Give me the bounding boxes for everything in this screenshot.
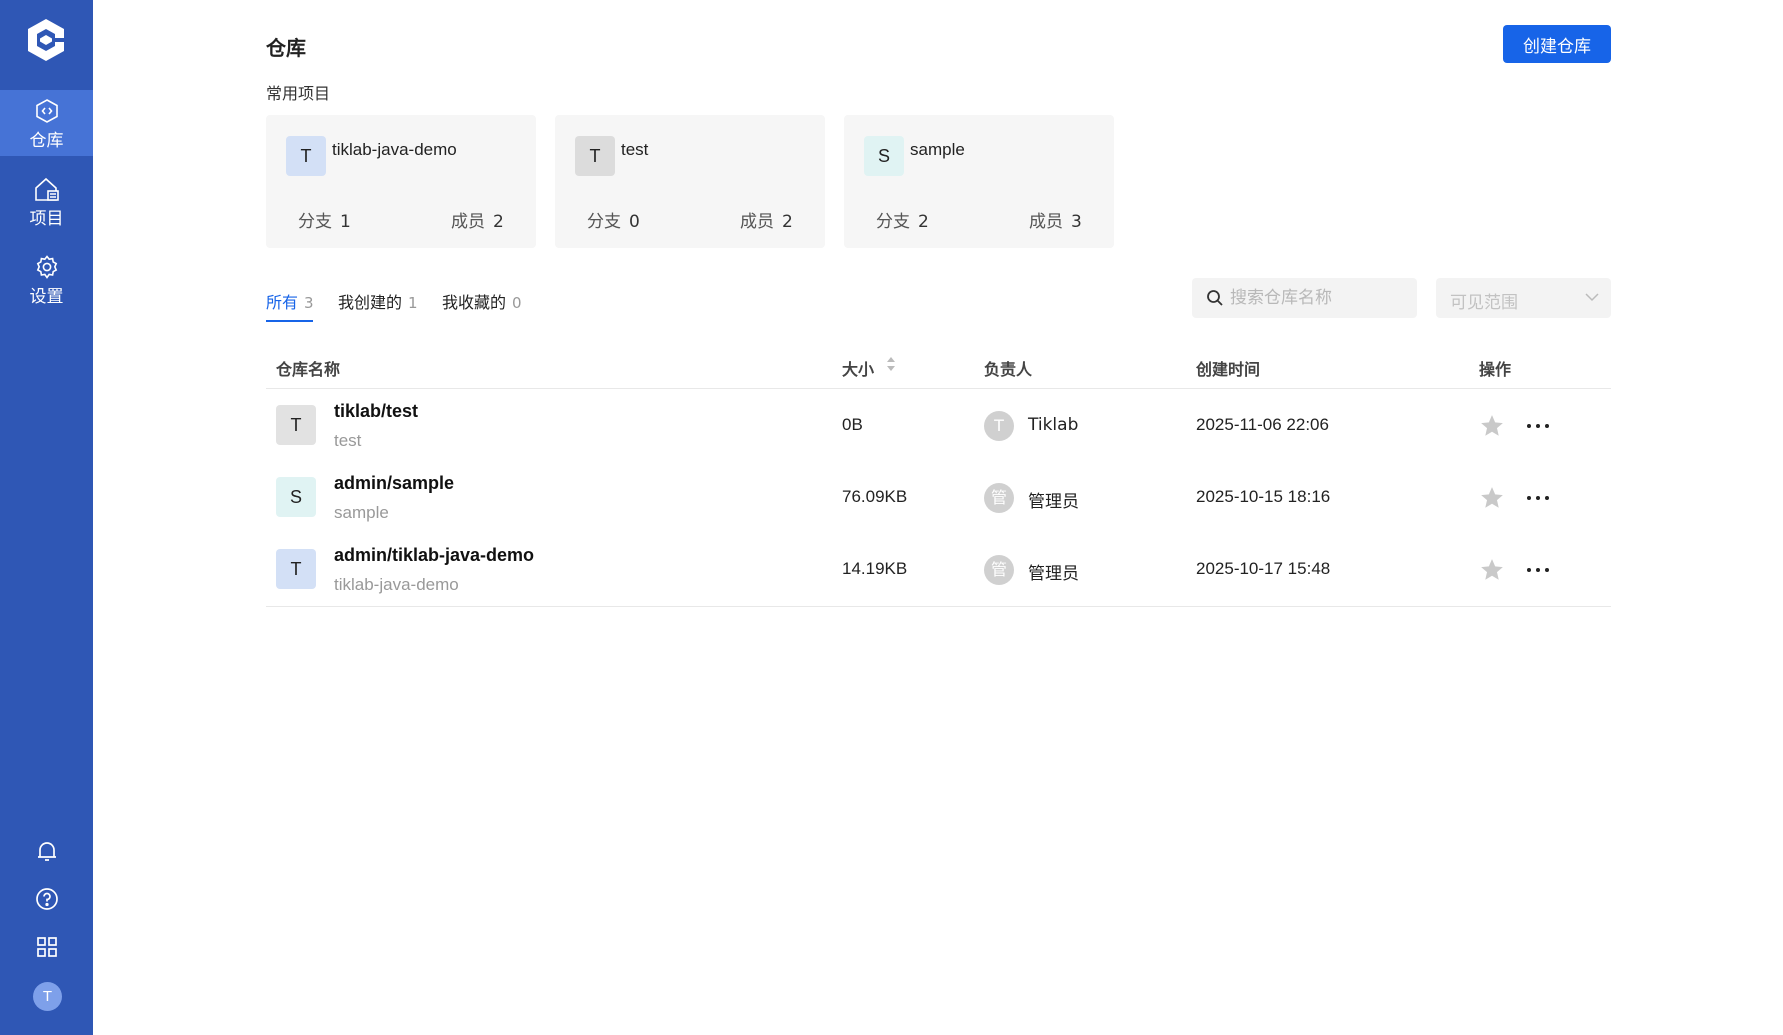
search-box <box>1192 278 1417 318</box>
sort-icon[interactable] <box>886 355 896 373</box>
owner-name: 管理员 <box>1028 492 1079 512</box>
table-row[interactable]: T admin/tiklab-java-demo tiklab-java-dem… <box>266 533 1611 605</box>
repository-icon <box>35 99 58 123</box>
repo-name: tiklab-java-demo <box>332 140 457 159</box>
search-input[interactable] <box>1230 278 1410 318</box>
member-count: 3 <box>1071 212 1082 232</box>
repo-avatar: T <box>276 549 316 589</box>
repo-size: 76.09KB <box>842 487 908 506</box>
more-options-icon[interactable] <box>1524 413 1552 439</box>
created-time: 2025-10-15 18:16 <box>1196 487 1331 506</box>
app-logo[interactable] <box>22 16 70 64</box>
branch-stat: 分支 0 <box>587 207 640 232</box>
member-label: 成员 <box>740 212 774 232</box>
recent-card-test[interactable]: T test 分支 0 成员 2 <box>555 115 825 248</box>
search-icon <box>1207 290 1223 306</box>
tab-favorites[interactable]: 我收藏的 0 <box>442 289 522 313</box>
branch-label: 分支 <box>298 212 332 232</box>
table-row[interactable]: T tiklab/test test 0B T Tiklab 2025-11-0… <box>266 389 1611 461</box>
sidebar-item-label: 项目 <box>29 209 64 229</box>
page-title: 仓库 <box>266 36 306 60</box>
sidebar: 仓库 项目 设置 T <box>0 0 93 1035</box>
member-stat: 成员 3 <box>1029 207 1082 232</box>
help-icon[interactable] <box>34 886 60 912</box>
repo-description: sample <box>334 503 389 522</box>
created-time: 2025-11-06 22:06 <box>1196 415 1329 434</box>
tab-count: 1 <box>408 294 418 312</box>
column-header-owner: 负责人 <box>984 360 1033 379</box>
chevron-down-icon <box>1585 293 1599 302</box>
repo-path-link[interactable]: admin/tiklab-java-demo <box>334 545 534 566</box>
more-options-icon[interactable] <box>1524 557 1552 583</box>
repo-description: tiklab-java-demo <box>334 575 459 594</box>
tab-label: 我收藏的 <box>442 293 507 312</box>
branch-count: 2 <box>918 212 929 232</box>
apps-grid-icon[interactable] <box>34 934 60 960</box>
repo-description: test <box>334 431 362 450</box>
tab-label: 所有 <box>266 293 299 312</box>
member-label: 成员 <box>451 212 485 232</box>
repo-avatar: T <box>575 136 615 176</box>
sidebar-item-settings[interactable]: 设置 <box>0 246 93 312</box>
star-icon[interactable] <box>1479 485 1505 511</box>
member-stat: 成员 2 <box>740 207 793 232</box>
visibility-select[interactable]: 可见范围 <box>1436 278 1611 318</box>
owner-avatar: T <box>984 411 1014 441</box>
project-icon <box>34 177 59 201</box>
sidebar-item-label: 仓库 <box>29 131 64 151</box>
gear-icon <box>36 255 57 279</box>
repo-name: test <box>621 140 649 159</box>
star-icon[interactable] <box>1479 413 1505 439</box>
branch-label: 分支 <box>587 212 621 232</box>
owner-name: 管理员 <box>1028 564 1079 584</box>
recent-card-sample[interactable]: S sample 分支 2 成员 3 <box>844 115 1114 248</box>
column-header-size[interactable]: 大小 <box>842 356 874 380</box>
repo-name: sample <box>910 140 965 159</box>
create-repository-button[interactable]: 创建仓库 <box>1503 25 1611 63</box>
repo-size: 0B <box>842 415 863 434</box>
tab-label: 我创建的 <box>338 293 403 312</box>
member-count: 2 <box>782 212 793 232</box>
sidebar-item-label: 设置 <box>29 287 64 307</box>
recent-section-title: 常用项目 <box>266 84 331 103</box>
tab-created-by-me[interactable]: 我创建的 1 <box>338 289 418 313</box>
repo-avatar: T <box>276 405 316 445</box>
member-stat: 成员 2 <box>451 207 504 232</box>
repo-path-link[interactable]: tiklab/test <box>334 401 418 422</box>
member-label: 成员 <box>1029 212 1063 232</box>
member-count: 2 <box>493 212 504 232</box>
tab-all[interactable]: 所有 3 <box>266 289 314 313</box>
branch-label: 分支 <box>876 212 910 232</box>
branch-stat: 分支 1 <box>298 207 351 232</box>
repo-avatar: S <box>276 477 316 517</box>
column-header-actions: 操作 <box>1479 360 1512 379</box>
repo-path-link[interactable]: admin/sample <box>334 473 454 494</box>
table-bottom-divider <box>266 606 1611 607</box>
tab-count: 0 <box>512 294 522 312</box>
visibility-select-placeholder: 可见范围 <box>1450 293 1518 313</box>
bell-icon[interactable] <box>34 838 60 864</box>
created-time: 2025-10-17 15:48 <box>1196 559 1331 578</box>
recent-card-tiklab-java-demo[interactable]: T tiklab-java-demo 分支 1 成员 2 <box>266 115 536 248</box>
owner-avatar: 管 <box>984 555 1014 585</box>
sidebar-item-project[interactable]: 项目 <box>0 168 93 234</box>
branch-stat: 分支 2 <box>876 207 929 232</box>
branch-count: 1 <box>340 212 351 232</box>
tab-count: 3 <box>304 294 314 312</box>
repo-avatar: T <box>286 136 326 176</box>
repo-avatar: S <box>864 136 904 176</box>
column-header-created: 创建时间 <box>1196 360 1261 379</box>
branch-count: 0 <box>629 212 640 232</box>
star-icon[interactable] <box>1479 557 1505 583</box>
user-avatar[interactable]: T <box>33 982 62 1011</box>
table-row[interactable]: S admin/sample sample 76.09KB 管 管理员 2025… <box>266 461 1611 533</box>
owner-avatar: 管 <box>984 483 1014 513</box>
owner-name: Tiklab <box>1028 415 1079 435</box>
active-tab-indicator <box>266 320 313 322</box>
sidebar-item-repository[interactable]: 仓库 <box>0 90 93 156</box>
column-header-name: 仓库名称 <box>276 360 341 379</box>
repo-size: 14.19KB <box>842 559 908 578</box>
more-options-icon[interactable] <box>1524 485 1552 511</box>
